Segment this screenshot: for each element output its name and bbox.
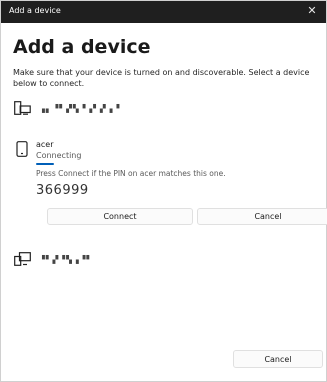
pc-device-icon (13, 251, 31, 267)
pin-instructions: Press Connect if the PIN on acer matches… (36, 169, 226, 178)
device-name: ▝▘▞▝▚▗▝▘ (39, 254, 94, 264)
cancel-pairing-button[interactable]: Cancel (197, 208, 327, 225)
add-device-window: Add a device ✕ Add a device Make sure th… (0, 0, 327, 382)
device-name: ▗▖▝▘▞▚▝▗▘▞▗▝ (39, 103, 121, 113)
connection-status: Connecting (36, 151, 82, 160)
phone-icon (13, 141, 31, 157)
connect-button[interactable]: Connect (47, 208, 193, 225)
cancel-button[interactable]: Cancel (233, 350, 323, 368)
page-title: Add a device (13, 36, 151, 58)
window-title: Add a device (9, 6, 61, 15)
device-item-3[interactable]: ▝▘▞▝▚▗▝▘ (13, 251, 93, 267)
close-icon[interactable]: ✕ (305, 4, 319, 18)
device-item-1[interactable]: ▗▖▝▘▞▚▝▗▘▞▗▝ (13, 100, 120, 116)
device-name: acer (36, 140, 54, 149)
pin-code: 366999 (36, 183, 89, 198)
connecting-progress-bar (36, 163, 54, 165)
monitor-device-icon (13, 100, 31, 116)
title-bar: Add a device ✕ (1, 1, 326, 23)
instructions-text: Make sure that your device is turned on … (13, 68, 310, 88)
